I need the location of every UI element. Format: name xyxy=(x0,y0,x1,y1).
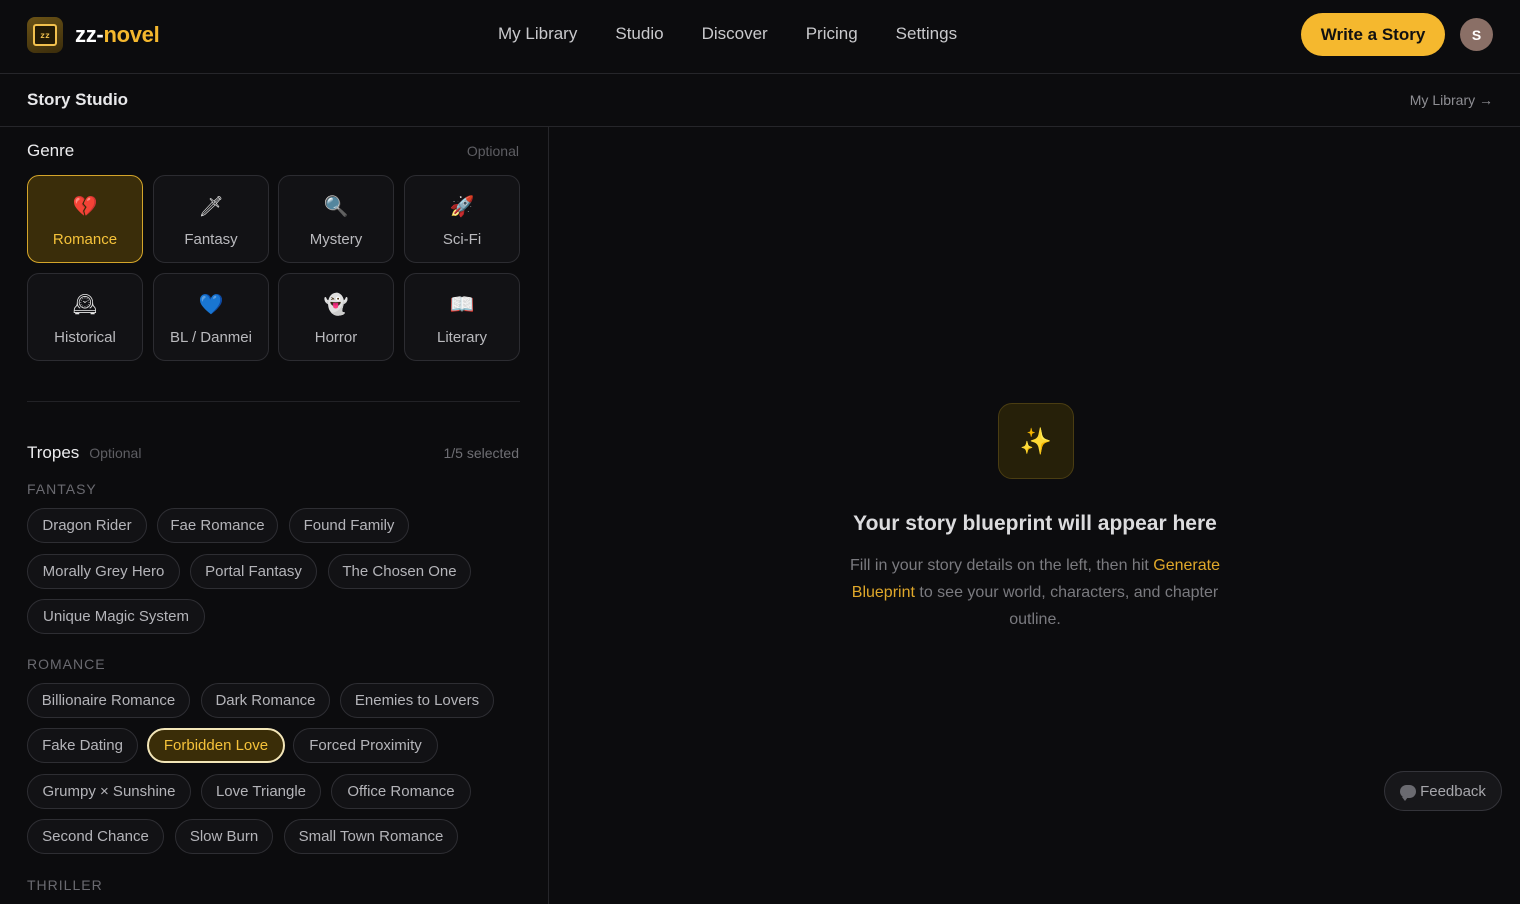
ghost-icon: 👻 xyxy=(323,294,349,316)
trope-chip[interactable]: Office Romance xyxy=(331,774,471,809)
genre-label: Sci-Fi xyxy=(442,231,482,248)
desc-before: Fill in your story details on the left, … xyxy=(850,557,1149,574)
genre-title: Genre xyxy=(27,141,75,160)
genre-label: Literary xyxy=(436,329,488,346)
nav-pricing[interactable]: Pricing xyxy=(806,24,858,44)
trope-chip[interactable]: Forced Proximity xyxy=(293,728,438,763)
dagger-icon: 🗡 xyxy=(198,196,224,218)
trope-chip[interactable]: Grumpy × Sunshine xyxy=(27,774,191,809)
genre-card-sci-fi[interactable]: 🚀 Sci-Fi xyxy=(404,175,520,263)
tropes-header: Tropes Optional 1/5 selected xyxy=(27,443,519,463)
genre-card-fantasy[interactable]: 🗡 Fantasy xyxy=(153,175,269,263)
genre-header: Genre Optional xyxy=(27,141,519,161)
section-divider xyxy=(27,401,520,402)
page-title: Story Studio xyxy=(27,90,129,109)
blueprint-empty-title: Your story blueprint will appear here xyxy=(853,512,1217,535)
trope-chip[interactable]: Small Town Romance xyxy=(284,819,458,854)
genre-optional-label: Optional xyxy=(466,143,519,159)
write-a-story-button[interactable]: Write a Story xyxy=(1301,13,1445,56)
blueprint-empty-description: Fill in your story details on the left, … xyxy=(835,552,1235,633)
trope-chip[interactable]: Found Family xyxy=(289,508,409,543)
genre-card-romance[interactable]: 💔 Romance xyxy=(27,175,143,263)
nav-discover[interactable]: Discover xyxy=(702,24,768,44)
trope-chip[interactable]: Fae Romance xyxy=(157,508,278,543)
genre-label: BL / Danmei xyxy=(170,329,252,346)
blueprint-panel: ✨ Your story blueprint will appear here … xyxy=(550,127,1520,904)
logo-mark: zz xyxy=(33,24,57,46)
tropes-title-group: Tropes Optional xyxy=(27,443,141,463)
trope-chip[interactable]: Second Chance xyxy=(27,819,164,854)
trope-category-thriller: THRILLER xyxy=(27,877,103,893)
genre-label: Mystery xyxy=(309,231,363,248)
feedback-label: Feedback xyxy=(1420,782,1486,800)
broken-heart-icon: 💔 xyxy=(72,196,98,218)
tropes-title: Tropes xyxy=(27,443,80,462)
trope-chip[interactable]: Love Triangle xyxy=(201,774,321,809)
sparkles-icon: ✨ xyxy=(998,403,1074,479)
trope-category-romance: ROMANCE xyxy=(27,656,106,672)
nav-my-library[interactable]: My Library xyxy=(498,24,577,44)
genre-label: Historical xyxy=(54,329,116,346)
trope-chip[interactable]: Fake Dating xyxy=(27,728,138,763)
main-nav: My Library Studio Discover Pricing Setti… xyxy=(498,24,995,44)
genre-card-mystery[interactable]: 🔍 Mystery xyxy=(278,175,394,263)
rocket-icon: 🚀 xyxy=(449,196,475,218)
trope-chip[interactable]: Dragon Rider xyxy=(27,508,147,543)
trope-chip[interactable]: Unique Magic System xyxy=(27,599,205,634)
trope-chip[interactable]: Enemies to Lovers xyxy=(340,683,494,718)
genre-card-historical[interactable]: 🕰 Historical xyxy=(27,273,143,361)
genre-card-literary[interactable]: 📖 Literary xyxy=(404,273,520,361)
genre-label: Romance xyxy=(52,231,118,248)
avatar[interactable]: S xyxy=(1460,18,1493,51)
genre-card-bl-danmei[interactable]: 💙 BL / Danmei xyxy=(153,273,269,361)
top-nav: zz zz-novel My Library Studio Discover P… xyxy=(0,0,1520,74)
tropes-optional-label: Optional xyxy=(89,445,142,461)
trope-chip[interactable]: The Chosen One xyxy=(328,554,471,589)
trope-chip[interactable]: Forbidden Love xyxy=(147,728,285,763)
book-logo-icon: zz xyxy=(27,17,63,53)
tropes-selected-count: 1/5 selected xyxy=(443,445,520,461)
trope-chip[interactable]: Morally Grey Hero xyxy=(27,554,180,589)
genre-card-horror[interactable]: 👻 Horror xyxy=(278,273,394,361)
brand-name-part2: novel xyxy=(103,22,160,47)
clock-icon: 🕰 xyxy=(72,294,98,316)
brand-name-part1: zz- xyxy=(75,22,104,47)
trope-chip[interactable]: Slow Burn xyxy=(175,819,273,854)
studio-subheader: Story Studio My Library → xyxy=(0,74,1520,127)
blue-heart-icon: 💙 xyxy=(198,294,224,316)
trope-chip[interactable]: Portal Fantasy xyxy=(190,554,317,589)
genre-label: Fantasy xyxy=(184,231,238,248)
my-library-link[interactable]: My Library → xyxy=(1410,92,1493,108)
trope-chip[interactable]: Dark Romance xyxy=(201,683,330,718)
brand[interactable]: zz zz-novel xyxy=(27,17,160,53)
chat-bubble-icon xyxy=(1400,784,1417,801)
nav-studio[interactable]: Studio xyxy=(615,24,663,44)
desc-after: to see your world, characters, and chapt… xyxy=(919,584,1219,628)
nav-settings[interactable]: Settings xyxy=(896,24,957,44)
trope-category-fantasy: FANTASY xyxy=(27,481,97,497)
feedback-button[interactable]: Feedback xyxy=(1384,771,1502,811)
story-options-panel[interactable]: Genre Optional 💔 Romance 🗡 Fantasy 🔍 Mystery 🚀… xyxy=(0,127,549,904)
genre-label: Horror xyxy=(314,329,358,346)
brand-name: zz-novel xyxy=(75,22,160,48)
magnifier-icon: 🔍 xyxy=(323,196,349,218)
open-book-icon: 📖 xyxy=(449,294,475,316)
trope-chip[interactable]: Billionaire Romance xyxy=(27,683,190,718)
